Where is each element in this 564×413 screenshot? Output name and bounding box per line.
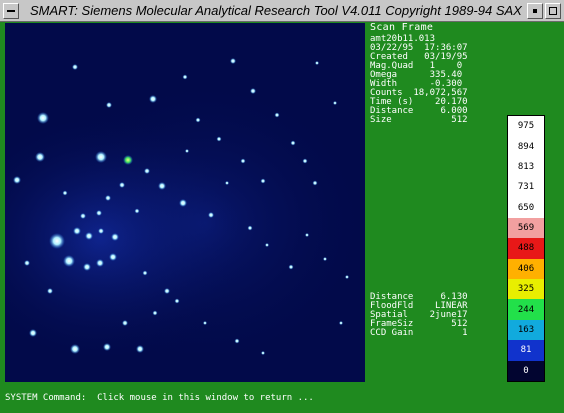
color-scale-label: 325 xyxy=(517,284,535,295)
window-title: SMART: Siemens Molecular Analytical Rese… xyxy=(30,3,522,18)
color-scale-segment: 163 xyxy=(508,319,544,341)
color-scale-segment: 894 xyxy=(508,136,544,157)
window-menu-icon[interactable] xyxy=(3,3,19,19)
title-bar[interactable]: SMART: Siemens Molecular Analytical Rese… xyxy=(0,0,564,22)
color-scale-segment: 325 xyxy=(508,279,544,300)
color-scale-label: 0 xyxy=(523,365,529,376)
color-scale-segment: 813 xyxy=(508,156,544,178)
info-line-size: Size 512 xyxy=(370,115,468,125)
smart-window: SMART: Siemens Molecular Analytical Rese… xyxy=(0,0,564,413)
color-scale-label: 569 xyxy=(517,223,535,234)
color-scale-segment: 406 xyxy=(508,258,544,279)
intensity-color-scale: 975 894 813 731 650 569 488 406 325 244 163 81 0 xyxy=(507,115,545,382)
setup-line-ccdgain: CCD Gain 1 xyxy=(370,328,468,338)
color-scale-label: 894 xyxy=(517,141,535,152)
system-command-line[interactable]: SYSTEM Command: Click mouse in this wind… xyxy=(5,393,314,403)
detector-setup-panel: Distance 6.130 FloodFld LINEAR Spatial 2… xyxy=(370,293,468,338)
diffraction-frame-image[interactable] xyxy=(5,23,365,382)
color-scale-segment: 81 xyxy=(508,340,544,361)
color-scale-label: 81 xyxy=(520,345,532,356)
color-scale-label: 813 xyxy=(517,161,535,172)
color-scale-segment: 569 xyxy=(508,217,544,239)
color-scale-segment: 244 xyxy=(508,299,544,320)
color-scale-segment: 731 xyxy=(508,177,544,198)
color-scale-label: 163 xyxy=(517,324,535,335)
color-scale-label: 406 xyxy=(517,263,535,274)
maximize-icon[interactable] xyxy=(545,3,561,19)
color-scale-segment: 975 xyxy=(508,116,544,137)
diffraction-pattern xyxy=(5,23,365,382)
color-scale-label: 731 xyxy=(517,182,535,193)
scan-frame-info-panel: Scan Frame amt20b11.013 03/22/95 17:36:0… xyxy=(370,23,468,125)
minimize-icon[interactable] xyxy=(527,3,543,19)
scan-frame-header: Scan Frame xyxy=(370,22,434,33)
color-scale-segment: 488 xyxy=(508,238,544,259)
color-scale-label: 244 xyxy=(517,304,535,315)
color-scale-label: 975 xyxy=(517,121,535,132)
color-scale-label: 488 xyxy=(517,243,535,254)
color-scale-label: 650 xyxy=(517,202,535,213)
color-scale-segment: 0 xyxy=(508,360,544,381)
color-scale-segment: 650 xyxy=(508,197,544,218)
